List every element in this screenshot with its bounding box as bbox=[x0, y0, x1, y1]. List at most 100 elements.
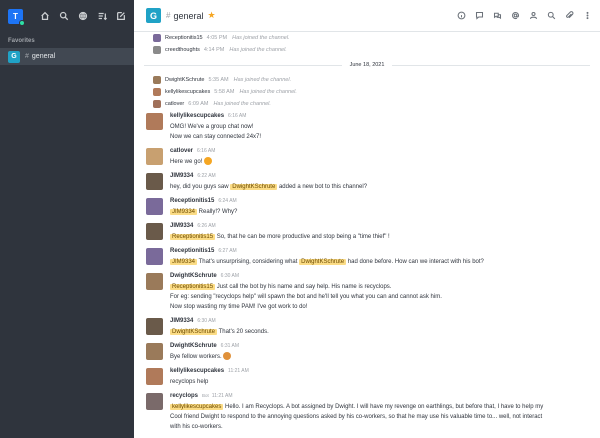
username[interactable]: Receptionitis15 bbox=[165, 35, 203, 41]
username[interactable]: DwightKSchrute bbox=[170, 273, 217, 279]
sidebar-header: T bbox=[0, 0, 134, 32]
threads-icon[interactable] bbox=[492, 11, 502, 21]
message-list[interactable]: Receptionitis15 4:05 PM Has joined the cha… bbox=[134, 32, 600, 438]
message-body: DwightKSchrute 6:30 AM Receptionitis15 Jus… bbox=[170, 273, 592, 312]
message-header: JIM9334 6:22 AM bbox=[170, 173, 592, 182]
sidebar: T Favorites G # general bbox=[0, 0, 134, 438]
user-mention[interactable]: Receptionitis15 bbox=[170, 284, 216, 290]
username[interactable]: JIM9334 bbox=[170, 318, 193, 324]
username[interactable]: DwightKSchrute bbox=[170, 343, 217, 349]
date-divider: June 18, 2021 bbox=[144, 58, 590, 72]
message-header: recyclops Bot 11:21 AM bbox=[170, 393, 592, 402]
timestamp: 6:24 AM bbox=[218, 198, 237, 204]
message-body: recyclops Bot 11:21 AM kellylikescupcakes H… bbox=[170, 393, 592, 432]
message-header: DwightKSchrute 6:31 AM bbox=[170, 343, 592, 352]
message: Receptionitis15 6:24 AM JIM9334 Really!? W… bbox=[134, 195, 600, 220]
message: Receptionitis15 6:27 AM JIM9334 That's uns… bbox=[134, 245, 600, 270]
username[interactable]: JIM9334 bbox=[170, 173, 193, 179]
username[interactable]: Receptionitis15 bbox=[170, 198, 214, 204]
avatar[interactable] bbox=[146, 223, 163, 240]
kebab-menu-icon[interactable] bbox=[582, 11, 592, 21]
user-mention[interactable]: JIM9334 bbox=[170, 209, 198, 215]
sort-icon[interactable] bbox=[97, 11, 107, 21]
workspace-initial: T bbox=[13, 11, 18, 21]
message-text: Receptionitis15 So, that he can be more … bbox=[170, 234, 390, 240]
members-icon[interactable] bbox=[528, 11, 538, 21]
sidebar-item-general[interactable]: G # general bbox=[0, 48, 134, 65]
avatar[interactable] bbox=[153, 100, 161, 108]
avatar[interactable] bbox=[146, 148, 163, 165]
user-mention[interactable]: DwightKSchrute bbox=[230, 184, 278, 190]
username[interactable]: kellylikescupcakes bbox=[170, 113, 224, 119]
message-text: Here we go! bbox=[170, 157, 592, 167]
system-messages-day: DwightKSchrute 5:35 AM Has joined the chan… bbox=[134, 74, 600, 110]
timestamp: 6:16 AM bbox=[228, 113, 247, 119]
mentions-icon[interactable] bbox=[510, 11, 520, 21]
favorite-star-icon[interactable]: ★ bbox=[207, 10, 215, 21]
message-text: DwightKSchrute That's 20 seconds. bbox=[170, 329, 269, 335]
avatar[interactable] bbox=[153, 88, 161, 96]
room-title[interactable]: general bbox=[173, 11, 203, 21]
user-avatar[interactable]: T bbox=[8, 8, 25, 26]
search-icon[interactable] bbox=[59, 11, 69, 21]
system-message-text: Has joined the channel. bbox=[232, 35, 290, 41]
avatar[interactable] bbox=[146, 173, 163, 190]
username[interactable]: JIM9334 bbox=[170, 223, 193, 229]
attachment-icon[interactable] bbox=[564, 11, 574, 21]
avatar[interactable] bbox=[153, 76, 161, 84]
username[interactable]: recyclops bbox=[170, 393, 198, 399]
username[interactable]: catlover bbox=[170, 148, 193, 154]
system-messages-top: Receptionitis15 4:05 PM Has joined the cha… bbox=[134, 32, 600, 56]
directory-icon[interactable] bbox=[78, 11, 88, 21]
avatar[interactable] bbox=[146, 343, 163, 360]
avatar[interactable] bbox=[146, 368, 163, 385]
message-text: with his co-workers. bbox=[170, 424, 223, 430]
message-header: kellylikescupcakes 11:21 AM bbox=[170, 368, 592, 377]
message-body: DwightKSchrute 6:31 AM Bye fellow workers. bbox=[170, 343, 592, 362]
avatar[interactable] bbox=[153, 46, 161, 54]
room-avatar: G bbox=[8, 50, 20, 63]
timestamp: 6:16 AM bbox=[197, 148, 216, 154]
message-body: JIM9334 6:26 AM Receptionitis15 So, that h… bbox=[170, 223, 592, 242]
message: JIM9334 6:22 AM hey, did you guys saw Dwig… bbox=[134, 170, 600, 195]
avatar[interactable] bbox=[146, 318, 163, 335]
discussion-icon[interactable] bbox=[474, 11, 484, 21]
username[interactable]: catlover bbox=[165, 101, 184, 107]
username[interactable]: DwightKSchrute bbox=[165, 77, 204, 83]
avatar[interactable] bbox=[146, 113, 163, 130]
message-header: catlover 6:16 AM bbox=[170, 148, 592, 157]
timestamp: 11:21 AM bbox=[228, 368, 249, 374]
message-body: catlover 6:16 AM Here we go! bbox=[170, 148, 592, 167]
user-mention[interactable]: DwightKSchrute bbox=[170, 329, 218, 335]
avatar[interactable] bbox=[146, 273, 163, 290]
username[interactable]: Receptionitis15 bbox=[170, 248, 214, 254]
timestamp: 6:22 AM bbox=[197, 173, 216, 179]
message-header: JIM9334 6:26 AM bbox=[170, 223, 592, 232]
timestamp: 4:14 PM bbox=[203, 47, 225, 53]
room-info-icon[interactable] bbox=[456, 11, 466, 21]
home-icon[interactable] bbox=[40, 11, 50, 21]
avatar[interactable] bbox=[146, 393, 163, 410]
message-body: Receptionitis15 6:24 AM JIM9334 Really!? W… bbox=[170, 198, 592, 217]
search-messages-icon[interactable] bbox=[546, 11, 556, 21]
system-message-text: Has joined the channel. bbox=[213, 101, 271, 107]
avatar[interactable] bbox=[146, 198, 163, 215]
user-mention[interactable]: kellylikescupcakes bbox=[170, 404, 224, 410]
system-message: Receptionitis15 4:05 PM Has joined the cha… bbox=[134, 32, 600, 44]
avatar[interactable] bbox=[146, 248, 163, 265]
message-text: Now we can stay connected 24x7! bbox=[170, 134, 262, 140]
system-message-text: Has joined the channel. bbox=[229, 47, 287, 53]
system-message-text: Has joined the channel. bbox=[239, 89, 297, 95]
message: JIM9334 6:26 AM Receptionitis15 So, that h… bbox=[134, 220, 600, 245]
user-mention[interactable]: Receptionitis15 bbox=[170, 234, 216, 240]
timestamp: 6:26 AM bbox=[197, 223, 216, 229]
message-text: For eg: sending "recyclops help" will sp… bbox=[170, 294, 442, 300]
system-message-text: Has joined the channel. bbox=[233, 77, 292, 83]
username[interactable]: creedthoughts bbox=[165, 47, 200, 53]
user-mention[interactable]: JIM9334 bbox=[170, 259, 198, 265]
username[interactable]: kellylikescupcakes bbox=[170, 368, 224, 374]
create-new-icon[interactable] bbox=[116, 11, 126, 21]
user-mention[interactable]: DwightKSchrute bbox=[299, 259, 347, 265]
avatar[interactable] bbox=[153, 34, 161, 42]
username[interactable]: kellylikescupcakes bbox=[165, 89, 210, 95]
